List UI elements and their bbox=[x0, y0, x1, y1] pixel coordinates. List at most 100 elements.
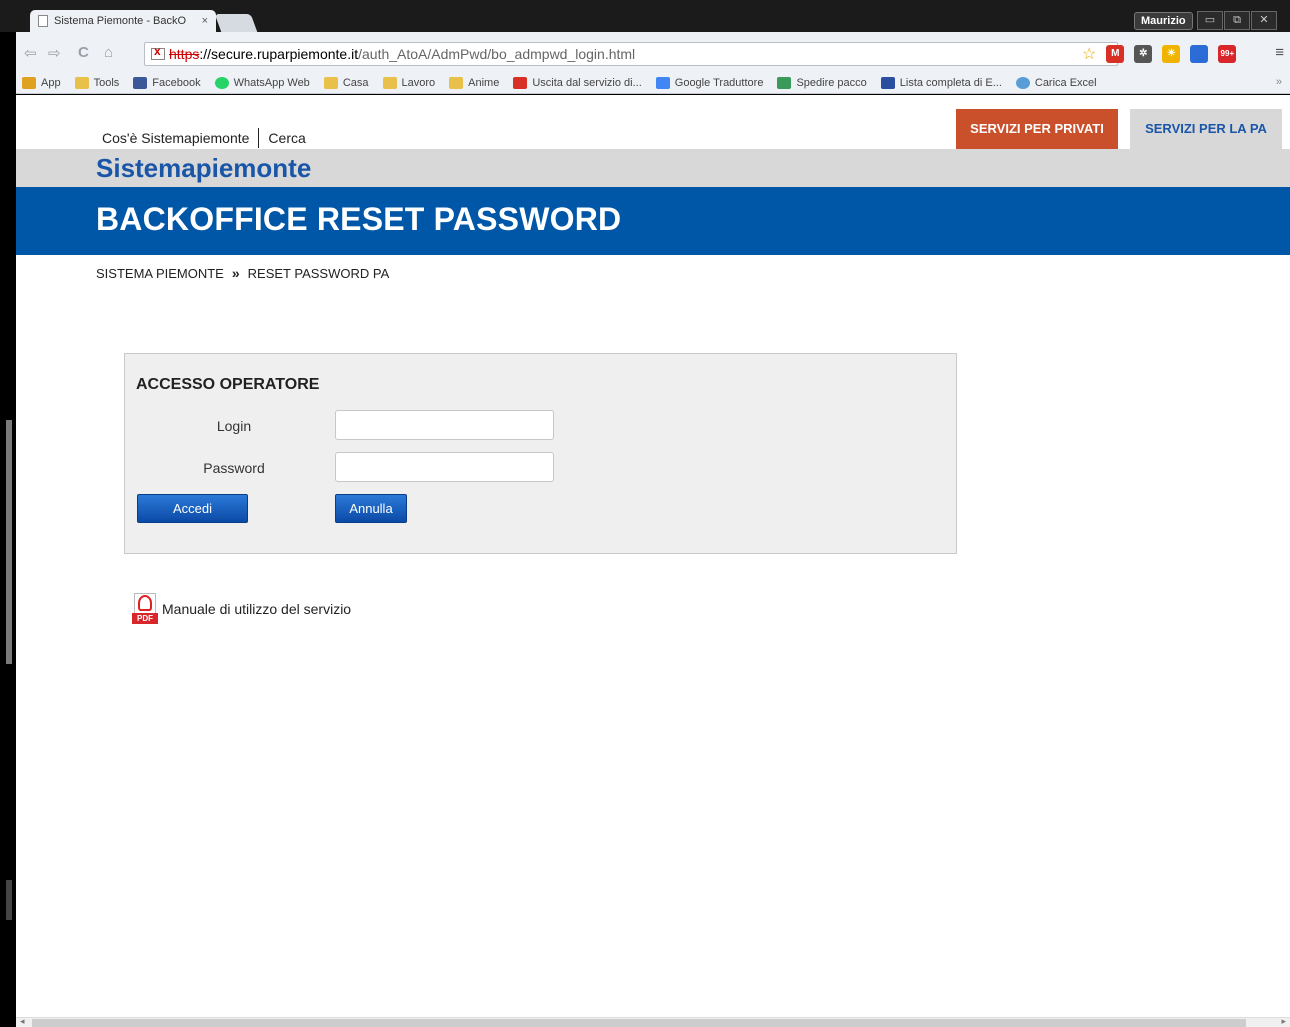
annulla-button[interactable]: Annulla bbox=[335, 494, 407, 523]
bookmark-label: App bbox=[41, 76, 61, 89]
apps-icon bbox=[22, 76, 36, 89]
exit-icon bbox=[513, 76, 528, 89]
weather-icon[interactable]: ☀ bbox=[1162, 45, 1181, 63]
manual-link[interactable]: PDF Manuale di utilizzo del servizio bbox=[132, 593, 351, 625]
restore-button[interactable]: ⧉ bbox=[1224, 11, 1250, 30]
servizi-pa-button[interactable]: SERVIZI PER LA PA bbox=[1130, 109, 1282, 149]
left-scroll-segment bbox=[6, 420, 12, 664]
bookmark-label: Uscita dal servizio di... bbox=[532, 76, 642, 89]
minimize-button[interactable]: ▭ bbox=[1197, 11, 1223, 30]
folder-icon bbox=[323, 76, 338, 89]
about-link[interactable]: Cos'è Sistemapiemonte bbox=[102, 130, 249, 146]
page-icon bbox=[38, 15, 48, 27]
more-bookmarks-icon[interactable]: » bbox=[1276, 76, 1282, 88]
back-icon[interactable]: ⇦ bbox=[24, 44, 37, 62]
scrollbar-thumb[interactable] bbox=[32, 1019, 1246, 1027]
pdf-tag: PDF bbox=[132, 613, 158, 624]
translate-icon bbox=[655, 76, 670, 89]
tab-close-icon[interactable]: × bbox=[202, 15, 208, 27]
new-tab-button[interactable] bbox=[214, 14, 258, 32]
accedi-button[interactable]: Accedi bbox=[137, 494, 248, 523]
bookmark-item[interactable]: Lavoro bbox=[382, 76, 436, 89]
bookmark-star-icon[interactable]: ☆ bbox=[1082, 44, 1096, 64]
bookmark-label: Spedire pacco bbox=[796, 76, 867, 89]
login-input[interactable] bbox=[335, 410, 554, 440]
extension-bar: ☆ M ✲ ☀ 99+ bbox=[1082, 44, 1246, 64]
page-viewport: Cos'è Sistemapiemonte Cerca SERVIZI PER … bbox=[16, 95, 1290, 1017]
home-icon[interactable]: ⌂ bbox=[104, 44, 113, 61]
nav-divider bbox=[258, 128, 260, 148]
address-bar[interactable]: https://secure.ruparpiemonte.it/auth_Ato… bbox=[144, 42, 1118, 66]
password-input[interactable] bbox=[335, 452, 554, 482]
search-link[interactable]: Cerca bbox=[268, 130, 305, 146]
tab-title: Sistema Piemonte - BackO bbox=[54, 15, 187, 27]
browser-menu-icon[interactable]: ≡ bbox=[1275, 44, 1284, 61]
bookmark-label: Tools bbox=[93, 76, 120, 89]
url-scheme: https bbox=[169, 46, 200, 62]
servizi-privati-button[interactable]: SERVIZI PER PRIVATI bbox=[956, 109, 1118, 149]
title-bar: BACKOFFICE RESET PASSWORD bbox=[16, 187, 1290, 255]
login-label: Login bbox=[216, 418, 252, 434]
bookmark-label: Google Traduttore bbox=[674, 76, 764, 89]
folder-icon bbox=[74, 76, 89, 89]
gmail-icon[interactable]: M bbox=[1106, 45, 1125, 63]
page-title: BACKOFFICE RESET PASSWORD bbox=[96, 201, 622, 237]
counter-icon[interactable]: 99+ bbox=[1218, 45, 1237, 63]
bookmark-item[interactable]: App bbox=[22, 76, 61, 89]
folder-icon bbox=[382, 76, 397, 89]
reload-icon[interactable]: C bbox=[78, 44, 89, 61]
bookmark-item[interactable]: Carica Excel bbox=[1015, 76, 1097, 89]
top-navigation: Cos'è Sistemapiemonte Cerca bbox=[102, 128, 306, 148]
brand-bar: Sistemapiemonte bbox=[16, 149, 1290, 187]
window-controls: ▭ ⧉ ✕ bbox=[1196, 11, 1277, 30]
scroll-right-icon[interactable]: ▸ bbox=[1281, 1016, 1286, 1027]
package-icon bbox=[777, 76, 792, 89]
password-label: Password bbox=[203, 460, 265, 476]
bookmark-item[interactable]: Tools bbox=[74, 76, 120, 89]
bookmark-label: Carica Excel bbox=[1034, 76, 1097, 89]
bookmark-item[interactable]: Spedire pacco bbox=[777, 76, 867, 89]
broken-lock-icon[interactable] bbox=[151, 44, 165, 60]
bookmark-item[interactable]: Casa bbox=[323, 76, 369, 89]
whatsapp-icon bbox=[214, 76, 229, 89]
bookmarks-bar: App Tools Facebook WhatsApp Web Casa Lav… bbox=[16, 72, 1290, 94]
breadcrumb-current: RESET PASSWORD PA bbox=[247, 265, 390, 281]
left-window-edge bbox=[0, 0, 16, 1027]
browser-tab[interactable]: Sistema Piemonte - BackO × bbox=[30, 10, 216, 32]
breadcrumb: SISTEMA PIEMONTE » RESET PASSWORD PA bbox=[96, 265, 389, 281]
breadcrumb-home[interactable]: SISTEMA PIEMONTE bbox=[96, 266, 224, 281]
forward-icon[interactable]: ⇨ bbox=[48, 44, 61, 62]
bookmark-item[interactable]: Google Traduttore bbox=[655, 76, 764, 89]
close-window-button[interactable]: ✕ bbox=[1251, 11, 1277, 30]
tf-icon bbox=[880, 76, 895, 89]
puzzle-icon[interactable]: ✲ bbox=[1134, 45, 1153, 63]
left-scroll-segment-2 bbox=[6, 880, 12, 920]
url-path: /auth_AtoA/AdmPwd/bo_admpwd_login.html bbox=[358, 46, 636, 62]
bookmark-label: Facebook bbox=[152, 76, 201, 89]
bookmark-item[interactable]: Facebook bbox=[133, 76, 201, 89]
login-panel: ACCESSO OPERATORE Login Password Accedi … bbox=[124, 353, 957, 554]
url-host: ://secure.ruparpiemonte.it bbox=[199, 46, 359, 62]
screen-icon[interactable] bbox=[1190, 45, 1209, 63]
bookmark-label: WhatsApp Web bbox=[233, 76, 310, 89]
bookmark-label: Anime bbox=[468, 76, 500, 89]
manual-label: Manuale di utilizzo del servizio bbox=[162, 601, 352, 617]
brand-logo-text[interactable]: Sistemapiemonte bbox=[96, 153, 311, 184]
browser-titlebar: Sistema Piemonte - BackO × Maurizio ▭ ⧉ … bbox=[0, 0, 1290, 32]
horizontal-scrollbar[interactable]: ◂ ▸ bbox=[16, 1016, 1290, 1027]
breadcrumb-chevron-icon: » bbox=[231, 265, 240, 281]
browser-toolbar: ⇦ ⇨ C ⌂ https://secure.ruparpiemonte.it/… bbox=[16, 32, 1290, 72]
scroll-left-icon[interactable]: ◂ bbox=[20, 1016, 25, 1027]
acrobat-mark-icon bbox=[138, 595, 152, 611]
folder-icon bbox=[449, 76, 464, 89]
bookmark-item[interactable]: WhatsApp Web bbox=[214, 76, 310, 89]
bookmark-item[interactable]: Lista completa di E... bbox=[880, 76, 1002, 89]
bookmark-item[interactable]: Uscita dal servizio di... bbox=[513, 76, 642, 89]
bookmark-label: Lavoro bbox=[401, 76, 436, 89]
login-heading: ACCESSO OPERATORE bbox=[136, 376, 320, 393]
bookmark-item[interactable]: Anime bbox=[449, 76, 500, 89]
excel-icon bbox=[1015, 76, 1030, 89]
bookmark-label: Lista completa di E... bbox=[899, 76, 1002, 89]
bookmark-label: Casa bbox=[342, 76, 369, 89]
profile-button[interactable]: Maurizio bbox=[1134, 12, 1193, 30]
